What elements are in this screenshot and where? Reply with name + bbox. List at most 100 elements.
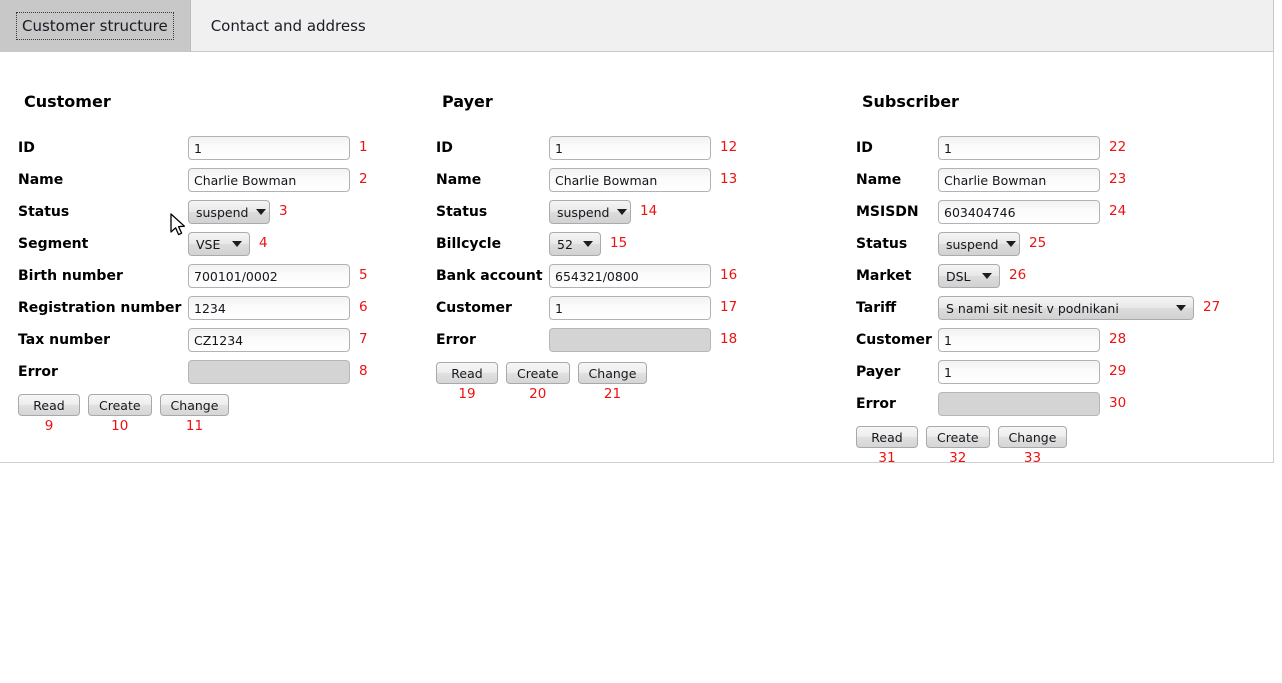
field-row-billcycle: Billcycle 52 15	[436, 228, 737, 260]
annotation-number: 14	[640, 203, 658, 220]
field-row-msisdn: MSISDN 24	[856, 196, 1220, 228]
field-label-bank-account: Bank account	[436, 268, 543, 284]
change-button-payer[interactable]: Change	[577, 362, 648, 384]
msisdn-input[interactable]	[938, 200, 1100, 224]
birth-number-input[interactable]	[188, 264, 350, 288]
field-row-customer: Customer 28	[856, 324, 1220, 356]
field-control-wrap: 28	[938, 328, 1126, 352]
read-button-payer[interactable]: Read	[436, 362, 498, 384]
name-input[interactable]	[188, 168, 350, 192]
tab-label: Contact and address	[210, 17, 366, 35]
annotation-number: 30	[1109, 395, 1127, 412]
bank-account-input[interactable]	[549, 264, 711, 288]
status-select[interactable]: suspend	[938, 232, 1020, 256]
annotation-number: 15	[610, 235, 628, 252]
customer-input[interactable]	[938, 328, 1100, 352]
chevron-down-icon	[583, 241, 593, 247]
annotation-number: 7	[359, 331, 368, 348]
annotation-number: 2	[359, 171, 368, 188]
field-label-error: Error	[18, 364, 58, 380]
payer-input[interactable]	[938, 360, 1100, 384]
field-control-wrap: 52 15	[549, 232, 627, 256]
annotation-number: 32	[949, 450, 967, 466]
field-label-name: Name	[856, 172, 902, 188]
customer-input[interactable]	[549, 296, 711, 320]
select-value: DSL	[946, 268, 971, 284]
create-button-payer[interactable]: Create	[506, 362, 570, 384]
tariff-select[interactable]: S nami sit nesit v podnikani	[938, 296, 1194, 320]
field-control-wrap: 17	[549, 296, 737, 320]
read-button-subscriber[interactable]: Read	[856, 426, 918, 448]
customer-section-title: Customer	[24, 92, 111, 111]
create-button-subscriber[interactable]: Create	[926, 426, 990, 448]
field-row-name: Name 2	[18, 164, 368, 196]
subscriber-fields: ID 22 Name 23 MSISDN 24 Status suspend 25 Market D…	[856, 132, 1220, 466]
change-button-customer[interactable]: Change	[159, 394, 230, 416]
annotation-number: 17	[720, 299, 738, 316]
annotation-number: 23	[1109, 171, 1127, 188]
create-button-customer[interactable]: Create	[88, 394, 152, 416]
button-with-annotation: Create 32	[926, 426, 990, 466]
field-control-wrap: S nami sit nesit v podnikani 27	[938, 296, 1220, 320]
tax-number-input[interactable]	[188, 328, 350, 352]
field-control-wrap: 5	[188, 264, 368, 288]
id-input[interactable]	[188, 136, 350, 160]
status-select[interactable]: suspend	[188, 200, 270, 224]
field-row-error: Error 30	[856, 388, 1220, 420]
field-control-wrap: 12	[549, 136, 737, 160]
tab-customer-structure[interactable]: Customer structure	[0, 0, 191, 52]
button-with-annotation: Read 31	[856, 426, 918, 466]
select-value: S nami sit nesit v podnikani	[946, 300, 1119, 316]
name-input[interactable]	[549, 168, 711, 192]
annotation-number: 27	[1203, 299, 1221, 316]
field-control-wrap: 24	[938, 200, 1126, 224]
field-control-wrap: 23	[938, 168, 1126, 192]
action-button-row: Read 31 Create 32 Change 33	[856, 426, 1220, 466]
id-input[interactable]	[549, 136, 711, 160]
id-input[interactable]	[938, 136, 1100, 160]
market-select[interactable]: DSL	[938, 264, 1000, 288]
field-label-segment: Segment	[18, 236, 89, 252]
change-button-subscriber[interactable]: Change	[997, 426, 1068, 448]
select-value: suspend	[196, 204, 249, 220]
read-button-customer[interactable]: Read	[18, 394, 80, 416]
action-button-row: Read 9 Create 10 Change 11	[18, 394, 368, 434]
annotation-number: 22	[1109, 139, 1127, 156]
field-row-status: Status suspend 3	[18, 196, 368, 228]
field-label-billcycle: Billcycle	[436, 236, 502, 252]
billcycle-select[interactable]: 52	[549, 232, 601, 256]
field-label-error: Error	[856, 396, 896, 412]
segment-select[interactable]: VSE	[188, 232, 250, 256]
field-label-customer: Customer	[856, 332, 932, 348]
error-input	[938, 392, 1100, 416]
field-control-wrap: 1	[188, 136, 368, 160]
field-control-wrap: 13	[549, 168, 737, 192]
button-with-annotation: Read 19	[436, 362, 498, 402]
subscriber-section-title: Subscriber	[862, 92, 959, 111]
field-label-status: Status	[436, 204, 488, 220]
field-control-wrap: 16	[549, 264, 737, 288]
application-window: Customer structure Contact and address Cu…	[0, 0, 1282, 683]
field-control-wrap: 18	[549, 328, 737, 352]
tab-contact-and-address[interactable]: Contact and address	[191, 0, 386, 52]
field-control-wrap: suspend 14	[549, 200, 657, 224]
field-control-wrap: 30	[938, 392, 1126, 416]
select-value: suspend	[557, 204, 610, 220]
name-input[interactable]	[938, 168, 1100, 192]
annotation-number: 4	[259, 235, 268, 252]
annotation-number: 10	[111, 418, 129, 434]
field-row-id: ID 12	[436, 132, 737, 164]
annotation-number: 26	[1009, 267, 1027, 284]
status-select[interactable]: suspend	[549, 200, 631, 224]
tab-bar: Customer structure Contact and address	[0, 0, 1274, 52]
annotation-number: 21	[603, 386, 622, 402]
field-row-name: Name 13	[436, 164, 737, 196]
field-label-id: ID	[436, 140, 453, 156]
annotation-number: 19	[458, 386, 476, 402]
action-button-row: Read 19 Create 20 Change 21	[436, 362, 737, 402]
field-label-status: Status	[856, 236, 908, 252]
annotation-number: 3	[279, 203, 288, 220]
registration-number-input[interactable]	[188, 296, 350, 320]
chevron-down-icon	[1176, 305, 1186, 311]
annotation-number: 1	[359, 139, 368, 156]
